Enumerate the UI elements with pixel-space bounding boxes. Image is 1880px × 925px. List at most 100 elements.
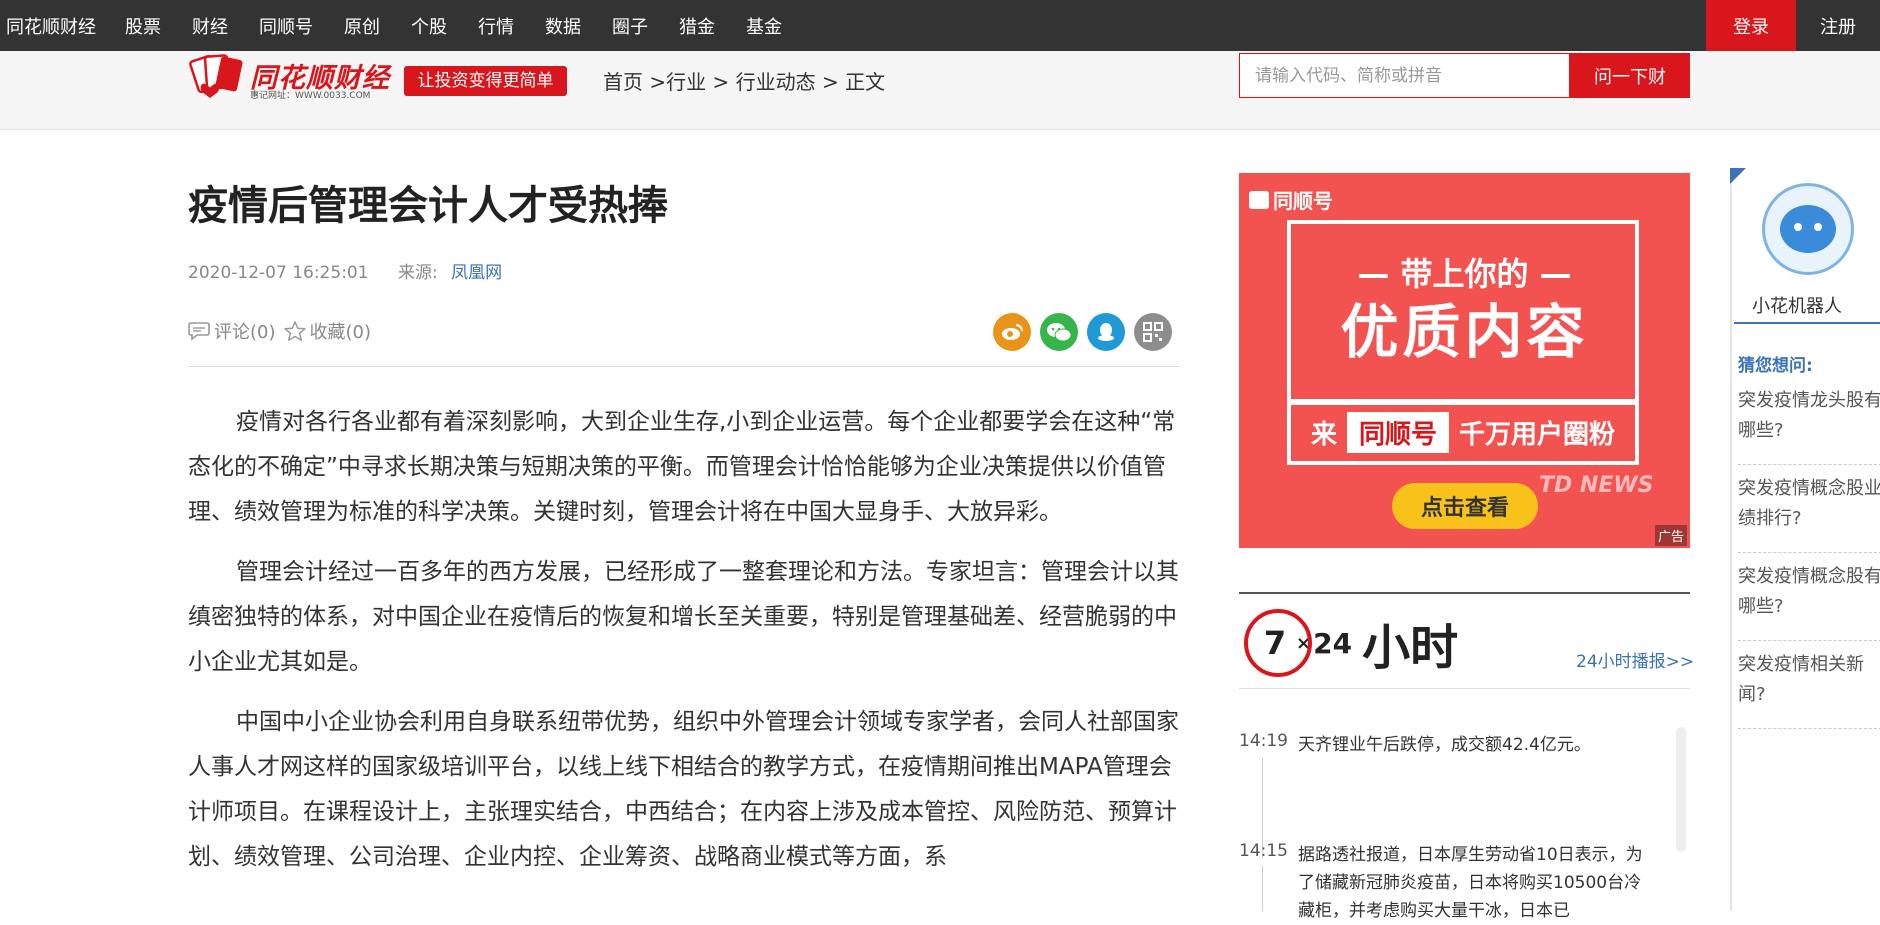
article-paragraph: 疫情对各行各业都有着深刻影响，大到企业生存,小到企业运营。每个企业都要学会在这种…: [188, 409, 1176, 525]
nav-item-home[interactable]: 同花顺财经: [6, 13, 96, 39]
top-nav-items: 同花顺财经 股票 财经 同顺号 原创 个股 行情 数据 圈子 猎金 基金: [6, 0, 813, 51]
breadcrumb-current: 正文: [845, 70, 886, 94]
qq-penguin-icon: [1098, 323, 1114, 341]
ad-subline-prefix: 来: [1310, 419, 1337, 450]
ad-subline: 来 同顺号 千万用户圈粉: [1287, 399, 1639, 465]
article-divider: [188, 366, 1180, 367]
live-separator: [1239, 688, 1690, 689]
question-line: 突发疫情龙头股有: [1738, 390, 1880, 411]
question-line: 突发疫情概念股业: [1738, 478, 1880, 499]
share-qq-button[interactable]: [1087, 313, 1125, 351]
article-title: 疫情后管理会计人才受热捧: [188, 183, 668, 229]
nav-item-quotes[interactable]: 行情: [478, 13, 514, 39]
breadcrumb-industry-news[interactable]: 行业动态: [736, 70, 816, 94]
breadcrumb: 首页 >行业 > 行业动态 > 正文: [603, 66, 885, 95]
article-meta: 2020-12-07 16:25:01 来源: 凤凰网: [188, 258, 502, 283]
suggested-question[interactable]: 突发疫情概念股业 绩排行?: [1738, 474, 1880, 534]
suggested-question[interactable]: 突发疫情龙头股有 哪些?: [1738, 386, 1880, 446]
comment-count: 评论(0): [214, 322, 276, 343]
nav-item-circle[interactable]: 圈子: [612, 13, 648, 39]
robot-header-line: [1734, 322, 1880, 324]
question-separator: [1738, 552, 1880, 553]
register-button[interactable]: 注册: [1796, 0, 1880, 51]
source-link[interactable]: 凤凰网: [451, 263, 502, 283]
suggested-question[interactable]: 突发疫情相关新 闻?: [1738, 650, 1880, 710]
share-buttons: [993, 313, 1181, 351]
nav-item-liejin[interactable]: 猎金: [679, 13, 715, 39]
nav-item-stocks[interactable]: 股票: [125, 13, 161, 39]
robot-eye: [1814, 223, 1822, 231]
question-line: 绩排行?: [1738, 508, 1802, 529]
guess-label: 猜您想问:: [1738, 356, 1813, 376]
question-separator: [1738, 464, 1880, 465]
article-paragraph: 管理会计经过一百多年的西方发展，已经形成了一整套理论和方法。专家坦言：管理会计以…: [188, 559, 1179, 675]
comment-button[interactable]: 评论(0): [188, 318, 276, 344]
article-body: 疫情对各行各业都有着深刻影响，大到企业生存,小到企业运营。每个企业都要学会在这种…: [188, 400, 1180, 895]
nav-item-individual-stock[interactable]: 个股: [411, 13, 447, 39]
ad-headline-2: 优质内容: [1340, 298, 1589, 366]
breadcrumb-home[interactable]: 首页: [603, 70, 643, 94]
panel-corner-mark: [1730, 168, 1746, 184]
question-line: 哪些?: [1738, 420, 1784, 441]
breadcrumb-industry[interactable]: 行业: [666, 70, 706, 94]
nav-item-tonghuashun-account[interactable]: 同顺号: [259, 13, 313, 39]
site-logo[interactable]: 同花顺财经 惠记网址：WWW.0033.COM: [188, 52, 393, 102]
ad-subline-highlight: 同顺号: [1346, 411, 1449, 453]
news-time: 14:15: [1239, 841, 1288, 861]
weibo-icon: [1002, 324, 1023, 340]
news-text: 天齐锂业午后跌停，成交额42.4亿元。: [1298, 735, 1591, 755]
tonghuashun-ad-banner[interactable]: 同顺号 — 带上你的 — 优质内容 来 同顺号 千万用户圈粉 TD NEWS 点…: [1239, 173, 1690, 548]
qrcode-icon: [1143, 322, 1163, 342]
nav-item-data[interactable]: 数据: [545, 13, 581, 39]
question-line: 闻?: [1738, 684, 1766, 705]
live-scrollbar[interactable]: [1676, 727, 1686, 852]
nav-item-original[interactable]: 原创: [344, 13, 380, 39]
nav-item-funds[interactable]: 基金: [746, 13, 782, 39]
question-line: 哪些?: [1738, 596, 1784, 617]
live-7x24-logo: 7 × 24 小时: [1244, 608, 1458, 678]
breadcrumb-sep: >: [712, 70, 736, 94]
logo-url: 惠记网址：WWW.0033.COM: [250, 91, 371, 101]
favorite-button[interactable]: 收藏(0): [283, 318, 372, 344]
playing-cards-logo-icon: [189, 54, 243, 98]
article-datetime: 2020-12-07 16:25:01: [188, 263, 369, 283]
slogan-badge: 让投资变得更简单: [404, 66, 567, 96]
ad-cta-button[interactable]: 点击查看: [1392, 483, 1538, 529]
timeline-line: [1262, 866, 1263, 911]
news-time: 14:19: [1239, 731, 1288, 751]
breadcrumb-sep: >: [821, 70, 846, 94]
robot-avatar-icon[interactable]: [1762, 183, 1854, 275]
question-separator: [1738, 640, 1880, 641]
share-qrcode-button[interactable]: [1134, 313, 1172, 351]
logo-7: 7: [1263, 624, 1287, 662]
favorite-count: 收藏(0): [309, 322, 372, 343]
login-button[interactable]: 登录: [1706, 0, 1796, 51]
comment-icon: [188, 322, 210, 341]
question-line: 突发疫情概念股有: [1738, 566, 1880, 587]
robot-head: [1780, 205, 1836, 253]
clock-icon: 7: [1244, 609, 1312, 677]
robot-assistant-panel: 小花机器人 猜您想问: 突发疫情龙头股有 哪些? 突发疫情概念股业 绩排行? 突…: [1730, 168, 1880, 911]
stock-search-input[interactable]: [1239, 53, 1570, 98]
nav-item-finance[interactable]: 财经: [192, 13, 228, 39]
ad-watermark: TD NEWS: [1539, 473, 1654, 498]
share-weibo-button[interactable]: [993, 313, 1031, 351]
wechat-icon: [1047, 323, 1072, 342]
ask-button[interactable]: 问一下财: [1570, 53, 1690, 98]
logo-hours: 小时: [1362, 620, 1459, 676]
ad-subline-suffix: 千万用户圈粉: [1459, 419, 1616, 450]
top-nav-bar: 同花顺财经 股票 财经 同顺号 原创 个股 行情 数据 圈子 猎金 基金 登录 …: [0, 0, 1880, 51]
ad-brand: 同顺号: [1249, 185, 1333, 214]
star-icon: [283, 321, 306, 341]
source-label: 来源:: [397, 263, 438, 283]
news-text: 据路透社报道，日本厚生劳动省10日表示，为了储藏新冠肺炎疫苗，日本将购买1050…: [1298, 845, 1643, 921]
live-more-link[interactable]: 24小时播报>>: [1576, 647, 1694, 672]
ad-brand-icon: [1249, 190, 1269, 209]
robot-eye: [1794, 223, 1802, 231]
ad-tag: 广告: [1654, 525, 1687, 546]
share-wechat-button[interactable]: [1040, 313, 1078, 351]
question-line: 突发疫情相关新: [1738, 654, 1864, 675]
live-section-top-border: [1239, 592, 1690, 594]
robot-name: 小花机器人: [1752, 296, 1842, 317]
suggested-question[interactable]: 突发疫情概念股有 哪些?: [1738, 562, 1880, 622]
